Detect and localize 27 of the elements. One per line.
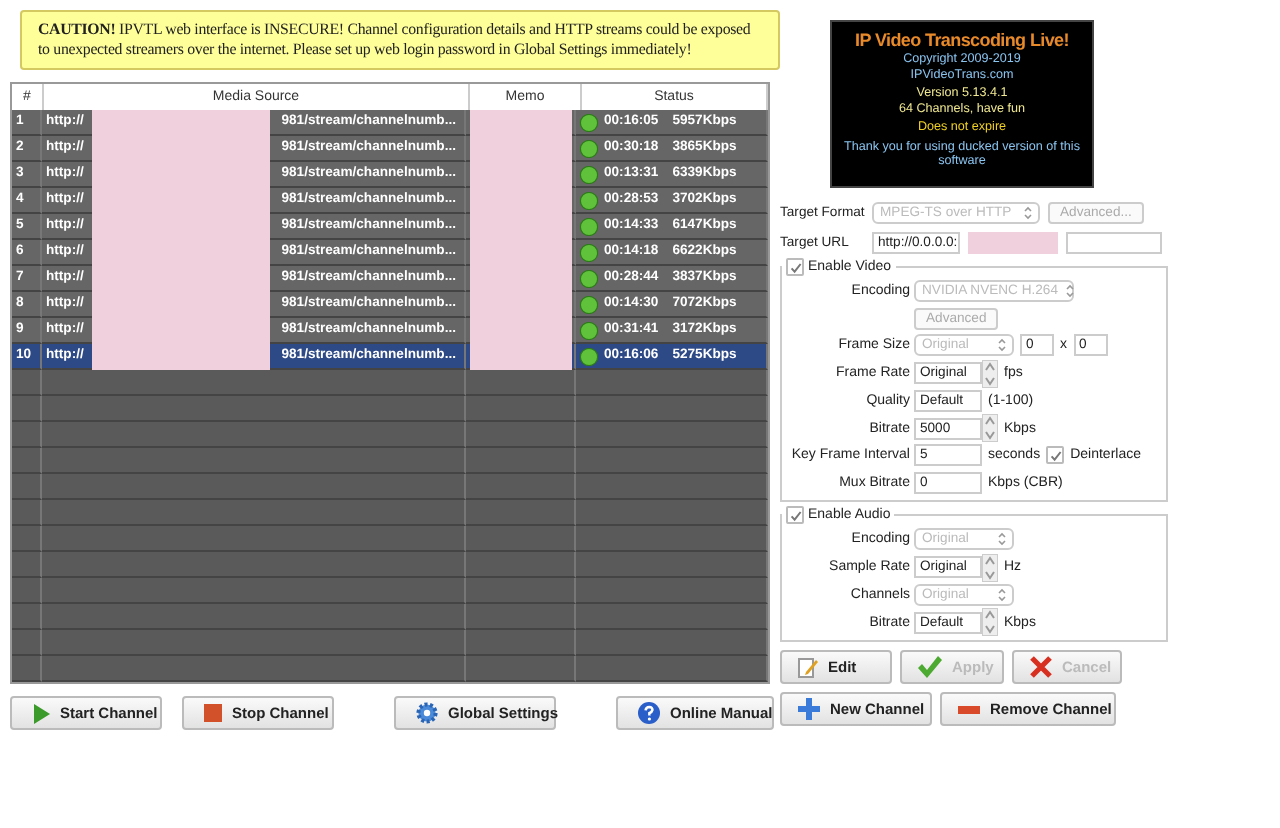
spinner-arrows-icon[interactable] [982,553,998,581]
spinner-arrows-icon[interactable] [982,608,998,636]
checkbox[interactable] [786,258,804,276]
plus-icon [798,698,820,720]
edit-icon [798,656,818,678]
dropdown-arrows-icon [998,532,1006,547]
input-field[interactable] [1066,231,1162,253]
dropdown-arrows-icon [998,587,1006,602]
spinner-arrows-icon[interactable] [982,414,998,442]
checkbox[interactable] [786,506,804,524]
redaction-block [968,231,1058,253]
minus-icon [958,705,980,713]
settings-icon [416,702,438,724]
dropdown-arrows-icon [1024,205,1032,219]
checkmark-icon [789,509,801,521]
checkmark-icon [789,261,801,273]
play-icon [32,703,50,723]
app-title: IP Video Transcoding Live! [853,28,1071,52]
dropdown-arrows-icon [1066,284,1074,299]
spinner-arrows-icon[interactable] [982,359,998,387]
checkmark-icon [1049,449,1062,462]
dropdown-arrows-icon [998,338,1006,353]
checkbox[interactable] [1046,446,1065,465]
check-icon [918,656,942,678]
cancel-icon [1030,656,1052,678]
stop-icon [204,704,222,722]
help-icon [638,702,660,724]
